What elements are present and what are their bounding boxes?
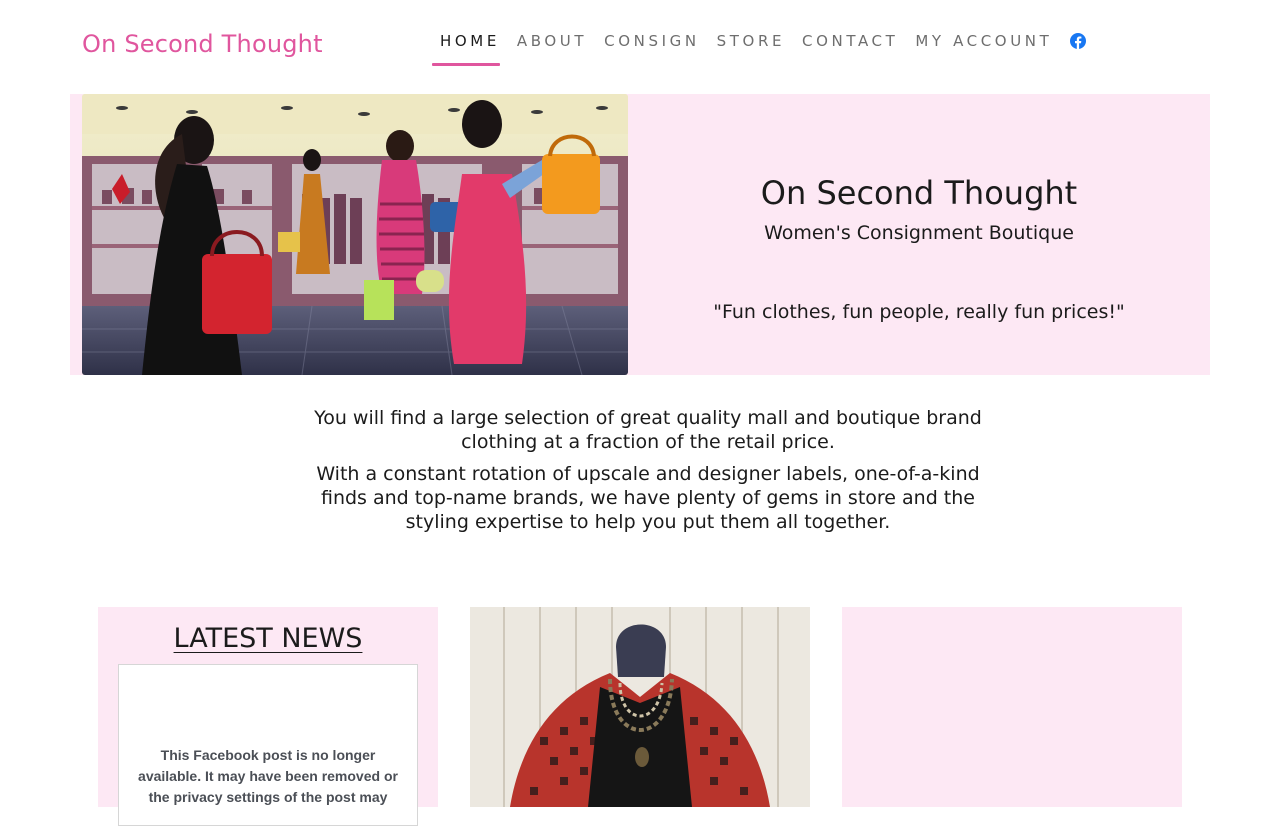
facebook-icon	[1070, 33, 1087, 49]
hero-section: On Second Thought Women's Consignment Bo…	[70, 94, 1210, 375]
latest-news-card: LATEST NEWS This Facebook post is no lon…	[98, 607, 438, 826]
nav-store[interactable]: STORE	[717, 28, 785, 66]
nav-home[interactable]: HOME	[432, 28, 500, 66]
intro-paragraph-1: You will find a large selection of great…	[314, 407, 982, 453]
hero-title: On Second Thought	[760, 174, 1078, 212]
hero-text: On Second Thought Women's Consignment Bo…	[628, 94, 1210, 375]
site-logo[interactable]: On Second Thought	[82, 30, 323, 58]
main-nav: HOME ABOUT CONSIGN STORE CONTACT MY ACCO…	[432, 28, 1087, 66]
site-header: On Second Thought HOME ABOUT CONSIGN STO…	[0, 0, 1280, 94]
hero-shopping-illustration	[82, 94, 628, 375]
latest-news-title: LATEST NEWS	[173, 623, 363, 654]
facebook-post-unavailable-message: This Facebook post is no longer availabl…	[138, 747, 398, 805]
facebook-post-embed: This Facebook post is no longer availabl…	[118, 664, 418, 826]
nav-contact[interactable]: CONTACT	[802, 28, 898, 66]
intro-paragraph-2: With a constant rotation of upscale and …	[316, 463, 980, 533]
nav-my-account[interactable]: MY ACCOUNT	[915, 28, 1052, 66]
intro-section: You will find a large selection of great…	[240, 406, 1056, 534]
nav-consign[interactable]: CONSIGN	[604, 28, 700, 66]
facebook-link[interactable]	[1070, 33, 1087, 53]
empty-feature-card	[842, 607, 1182, 807]
nav-about[interactable]: ABOUT	[517, 28, 587, 66]
hero-subtitle: Women's Consignment Boutique	[764, 222, 1074, 244]
hero-tagline: "Fun clothes, fun people, really fun pri…	[713, 301, 1125, 323]
featured-product-photo	[470, 607, 810, 807]
